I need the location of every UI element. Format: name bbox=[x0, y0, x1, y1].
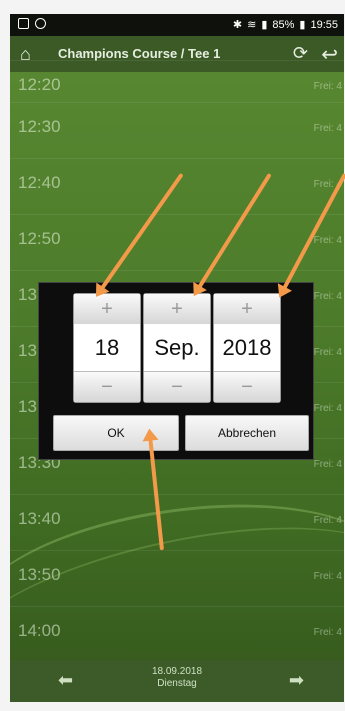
battery-icon: ▮ bbox=[299, 19, 306, 31]
next-day-icon[interactable]: ➡ bbox=[289, 670, 304, 691]
wifi-icon: ≋ bbox=[247, 19, 257, 31]
cancel-button[interactable]: Abbrechen bbox=[185, 415, 309, 451]
year-increment-button[interactable]: + bbox=[214, 294, 280, 325]
time-slot[interactable]: 12:50 Frei: 4 bbox=[10, 214, 344, 271]
year-picker: + 2018 − bbox=[213, 293, 281, 403]
time-slot[interactable]: 12:30 Frei: 4 bbox=[10, 102, 344, 159]
battery-level: 85% bbox=[272, 18, 295, 31]
device-frame: ✱ ≋ ▮ 85% ▮ 19:55 ⌂ Champions Course / T… bbox=[0, 0, 345, 711]
bluetooth-icon: ✱ bbox=[232, 19, 243, 31]
day-decrement-button[interactable]: − bbox=[74, 371, 140, 402]
slot-time: 13:40 bbox=[18, 509, 61, 528]
date-navigation-bar: ⬅ 18.09.2018 Dienstag ➡ bbox=[10, 660, 344, 702]
status-bar: ✱ ≋ ▮ 85% ▮ 19:55 bbox=[10, 14, 344, 36]
day-picker: + 18 − bbox=[73, 293, 141, 403]
clock: 19:55 bbox=[310, 18, 338, 31]
slot-time: 12:50 bbox=[18, 229, 61, 248]
slot-time: 12:30 bbox=[18, 117, 61, 136]
month-value[interactable]: Sep. bbox=[144, 324, 210, 372]
gallery-icon bbox=[18, 18, 29, 29]
slot-free: Frei: 4 bbox=[313, 459, 342, 470]
slot-free: Frei: 4 bbox=[313, 347, 342, 358]
page-title: Champions Course / Tee 1 bbox=[58, 46, 221, 61]
slot-free: Frei: 4 bbox=[313, 235, 342, 246]
year-value[interactable]: 2018 bbox=[214, 324, 280, 372]
month-picker: + Sep. − bbox=[143, 293, 211, 403]
whatsapp-icon bbox=[35, 18, 46, 29]
day-value[interactable]: 18 bbox=[74, 324, 140, 372]
year-decrement-button[interactable]: − bbox=[214, 371, 280, 402]
slot-free: Frei: 4 bbox=[313, 123, 342, 134]
month-decrement-button[interactable]: − bbox=[144, 371, 210, 402]
signal-icon: ▮ bbox=[261, 19, 268, 31]
slot-time: 12:40 bbox=[18, 173, 61, 192]
slot-free: Frei: 4 bbox=[313, 291, 342, 302]
slot-free: Frei: 4 bbox=[313, 403, 342, 414]
time-slot[interactable]: 12:40 Frei: 4 bbox=[10, 158, 344, 215]
ok-button[interactable]: OK bbox=[53, 415, 179, 451]
slot-time: 12:20 bbox=[18, 75, 61, 94]
date-picker-dialog: + 18 − + Sep. − + 2018 − OK Abbrechen bbox=[38, 282, 314, 460]
day-increment-button[interactable]: + bbox=[74, 294, 140, 325]
slot-free: Frei: 4 bbox=[313, 81, 342, 92]
